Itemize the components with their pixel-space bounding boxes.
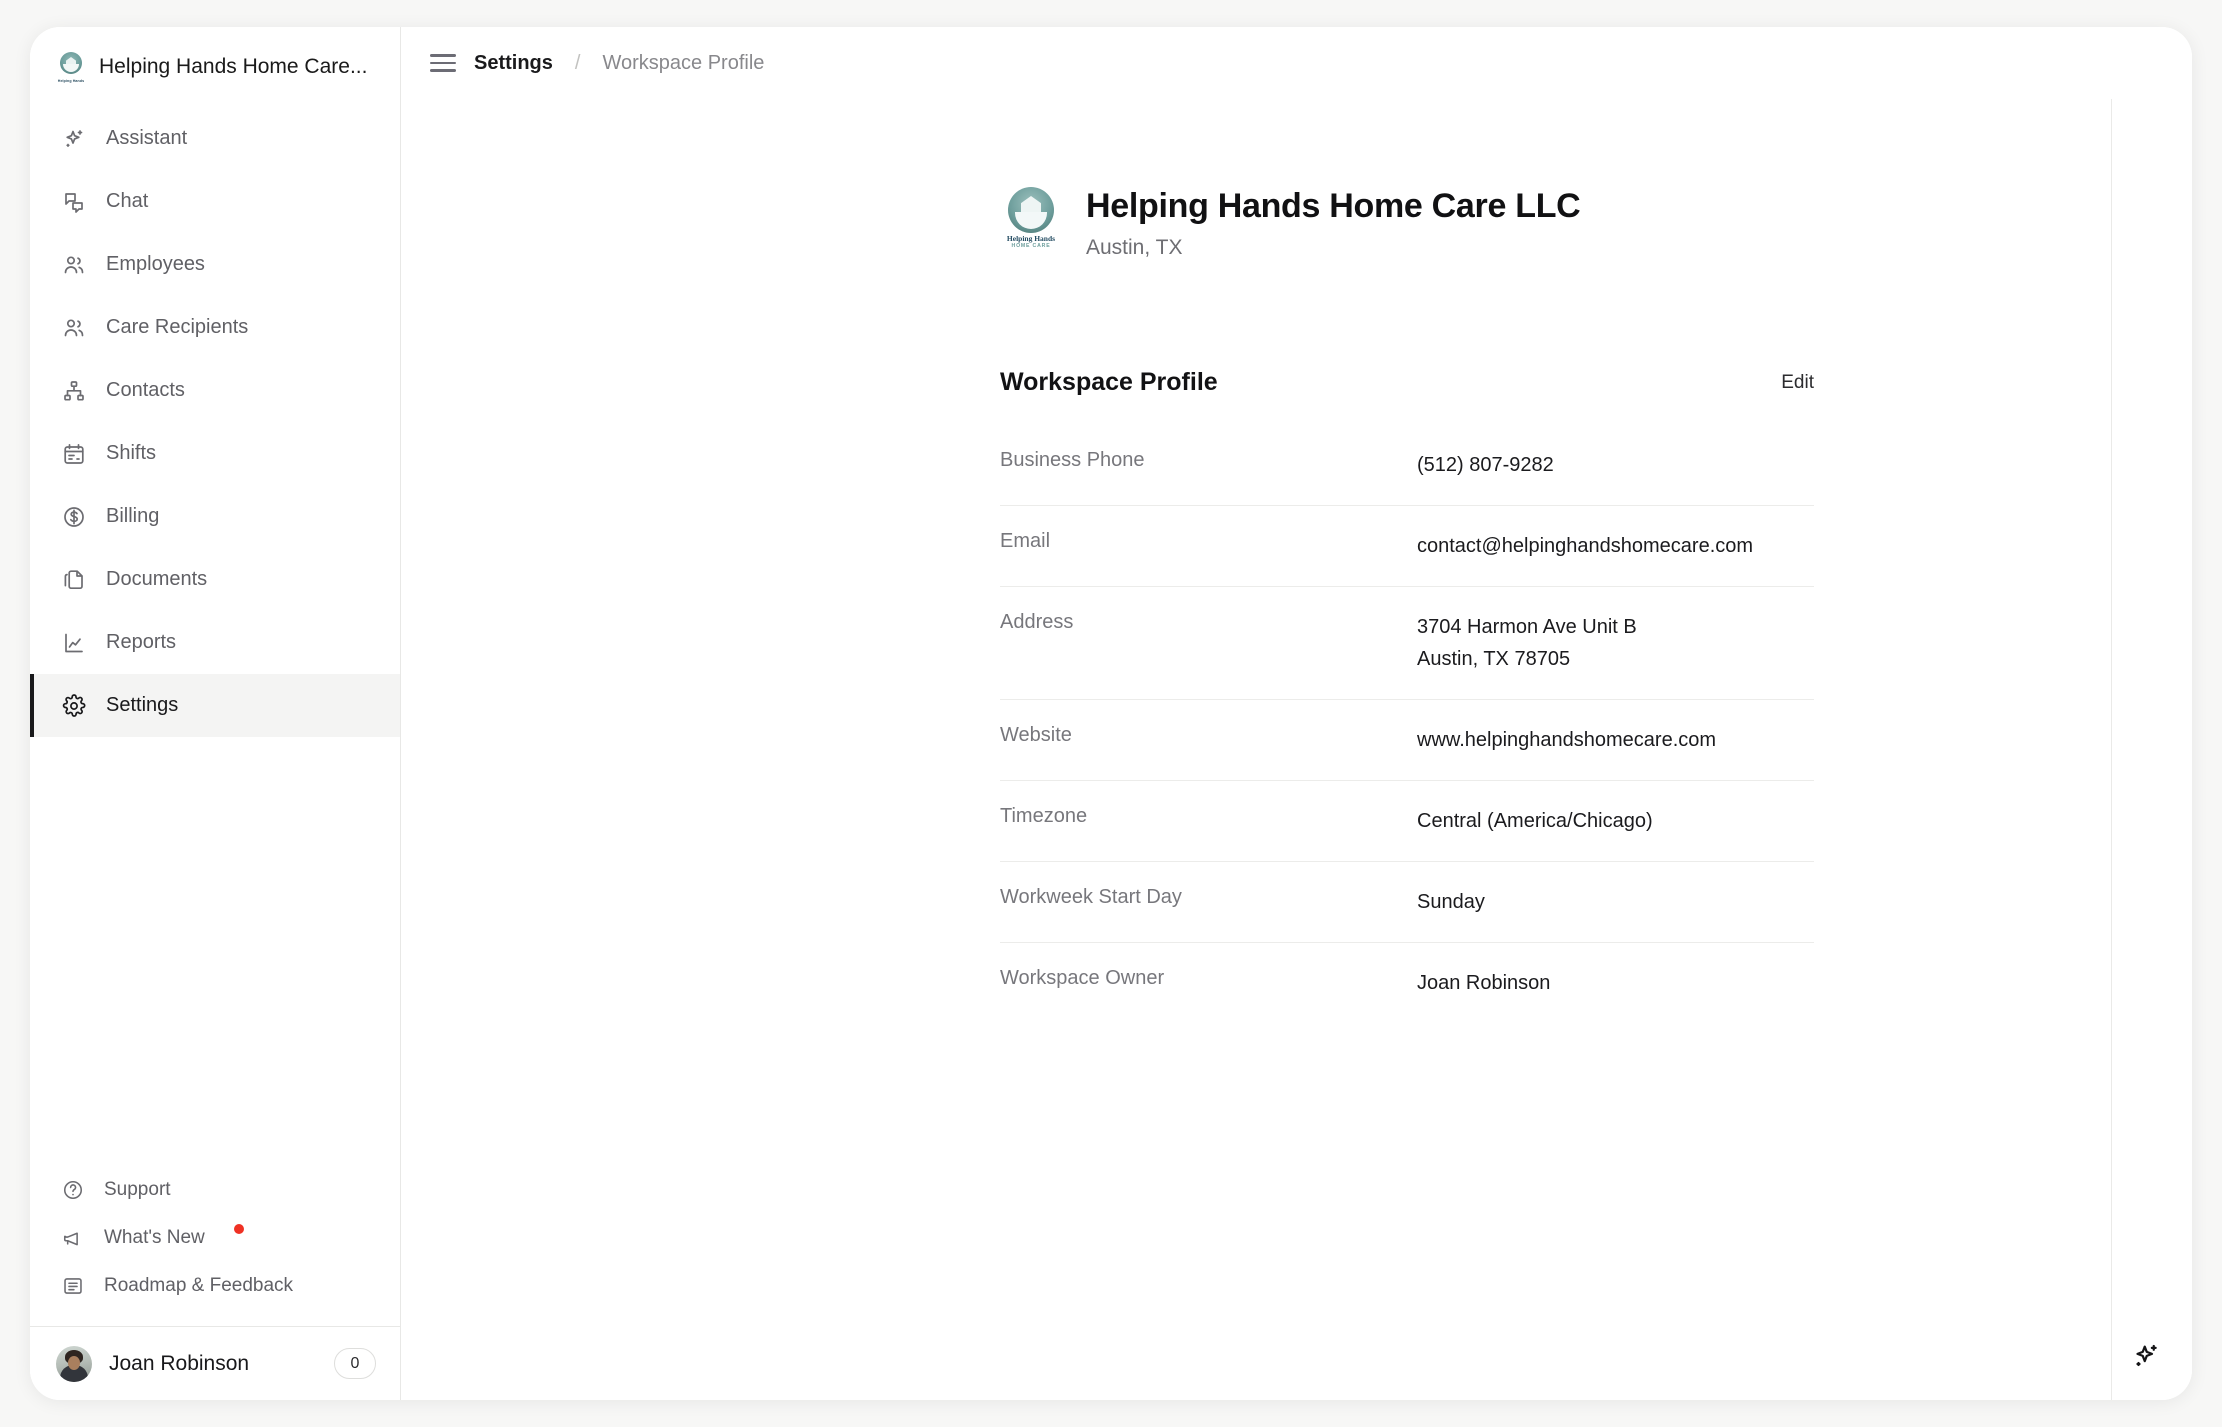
row-label: Business Phone — [1000, 449, 1145, 471]
sidebar-item-assistant[interactable]: Assistant — [30, 107, 400, 170]
primary-nav: Assistant Chat Employees Care Recipients… — [30, 99, 400, 737]
content-area: Helping Hands HOME CARE Helping Hands Ho… — [401, 99, 2192, 1400]
edit-button[interactable]: Edit — [1781, 372, 1814, 394]
sidebar-item-documents[interactable]: Documents — [30, 548, 400, 611]
table-row: Business Phone (512) 807-9282 — [1000, 425, 1814, 506]
megaphone-icon — [61, 1227, 84, 1250]
sidebar-item-label: Reports — [106, 631, 177, 653]
avatar — [56, 1345, 92, 1382]
panel-title: Workspace Profile — [1000, 368, 1218, 396]
app-window: Helping Hands Helping Hands Home Care...… — [30, 27, 2192, 1400]
sidebar: Helping Hands Helping Hands Home Care...… — [30, 27, 401, 1400]
notification-dot — [233, 1224, 244, 1234]
user-account-bar[interactable]: Joan Robinson 0 — [30, 1326, 400, 1400]
row-value: www.helpinghandshomecare.com — [1417, 729, 1717, 751]
sidebar-item-whats-new[interactable]: What's New — [30, 1214, 400, 1262]
users-icon — [61, 252, 86, 277]
workspace-logo-text-line1: Helping Hands — [57, 79, 85, 83]
status-badge[interactable]: 0 — [334, 1348, 376, 1379]
row-value-line2: Austin, TX 78705 — [1417, 648, 1571, 670]
content-right-divider — [2111, 99, 2112, 1400]
organization-logo-icon: Helping Hands HOME CARE — [1000, 187, 1062, 249]
sidebar-item-label: Support — [104, 1179, 171, 1200]
sidebar-item-label: Care Recipients — [106, 316, 249, 338]
sparkle-icon — [2131, 1341, 2161, 1376]
main-area: Settings / Workspace Profile Helping Han… — [401, 27, 2192, 1400]
sidebar-item-roadmap-feedback[interactable]: Roadmap & Feedback — [30, 1262, 400, 1310]
chart-icon — [61, 630, 86, 655]
secondary-nav: Support What's New Roadmap & Feedback — [30, 1166, 400, 1326]
sidebar-item-chat[interactable]: Chat — [30, 170, 400, 233]
sidebar-item-label: Contacts — [106, 379, 185, 401]
row-label: Workweek Start Day — [1000, 886, 1182, 908]
sidebar-item-care-recipients[interactable]: Care Recipients — [30, 296, 400, 359]
row-value: (512) 807-9282 — [1417, 454, 1554, 476]
organization-header: Helping Hands HOME CARE Helping Hands Ho… — [401, 99, 2192, 260]
page-title: Helping Hands Home Care LLC — [1086, 187, 1581, 225]
sidebar-item-contacts[interactable]: Contacts — [30, 359, 400, 422]
row-value: Sunday — [1417, 891, 1485, 913]
users-icon — [61, 315, 86, 340]
table-row: Workspace Owner Joan Robinson — [1000, 943, 1814, 1023]
row-value: 3704 Harmon Ave Unit B — [1417, 616, 1637, 638]
sidebar-item-label: Shifts — [106, 442, 157, 464]
sidebar-item-employees[interactable]: Employees — [30, 233, 400, 296]
sidebar-item-label: Roadmap & Feedback — [104, 1275, 294, 1296]
sidebar-item-billing[interactable]: Billing — [30, 485, 400, 548]
hamburger-icon[interactable] — [430, 50, 456, 76]
table-row: Website www.helpinghandshomecare.com — [1000, 700, 1814, 781]
row-label: Address — [1000, 611, 1074, 633]
breadcrumb-separator: / — [574, 51, 581, 74]
sidebar-item-reports[interactable]: Reports — [30, 611, 400, 674]
question-circle-icon — [61, 1179, 84, 1202]
chat-bubbles-icon — [61, 189, 86, 214]
row-value: contact@helpinghandshomecare.com — [1417, 535, 1754, 557]
sparkle-icon — [61, 126, 86, 151]
sidebar-item-support[interactable]: Support — [30, 1166, 400, 1214]
org-chart-icon — [61, 378, 86, 403]
row-value: Joan Robinson — [1417, 972, 1551, 994]
sidebar-item-label: Assistant — [106, 127, 188, 149]
breadcrumb-sub: Workspace Profile — [602, 51, 765, 74]
table-row: Email contact@helpinghandshomecare.com — [1000, 506, 1814, 587]
sidebar-item-label: Billing — [106, 505, 160, 527]
sidebar-item-label: Settings — [106, 694, 179, 716]
gear-icon — [61, 693, 86, 718]
documents-icon — [61, 567, 86, 592]
sidebar-item-settings[interactable]: Settings — [30, 674, 400, 737]
row-label: Workspace Owner — [1000, 967, 1165, 989]
table-row: Address 3704 Harmon Ave Unit B Austin, T… — [1000, 587, 1814, 700]
profile-detail-list: Business Phone (512) 807-9282 Email cont… — [1000, 425, 1814, 1023]
calendar-icon — [61, 441, 86, 466]
sidebar-item-label: What's New — [104, 1227, 205, 1248]
row-label: Timezone — [1000, 805, 1088, 827]
organization-logo-text-line1: Helping Hands — [1006, 234, 1056, 243]
sidebar-item-shifts[interactable]: Shifts — [30, 422, 400, 485]
table-row: Workweek Start Day Sunday — [1000, 862, 1814, 943]
workspace-profile-panel: Workspace Profile Edit Business Phone (5… — [1000, 368, 1814, 1023]
sidebar-item-label: Chat — [106, 190, 149, 212]
table-row: Timezone Central (America/Chicago) — [1000, 781, 1814, 862]
panel-header: Workspace Profile Edit — [1000, 368, 1814, 397]
ai-assistant-fab[interactable] — [2126, 1338, 2166, 1378]
dollar-circle-icon — [61, 504, 86, 529]
workspace-logo-icon: Helping Hands — [56, 52, 86, 83]
sidebar-item-label: Documents — [106, 568, 208, 590]
breadcrumb-current[interactable]: Settings — [474, 52, 553, 75]
workspace-switcher[interactable]: Helping Hands Helping Hands Home Care... — [30, 27, 400, 99]
row-label: Email — [1000, 530, 1051, 552]
organization-location: Austin, TX — [1086, 236, 1183, 259]
workspace-title: Helping Hands Home Care... — [99, 55, 368, 78]
user-name: Joan Robinson — [109, 1351, 250, 1375]
row-label: Website — [1000, 724, 1072, 746]
list-document-icon — [61, 1275, 84, 1298]
organization-logo-text-line2: HOME CARE — [1011, 243, 1051, 249]
sidebar-item-label: Employees — [106, 253, 205, 275]
topbar: Settings / Workspace Profile — [401, 27, 2192, 99]
row-value: Central (America/Chicago) — [1417, 810, 1653, 832]
